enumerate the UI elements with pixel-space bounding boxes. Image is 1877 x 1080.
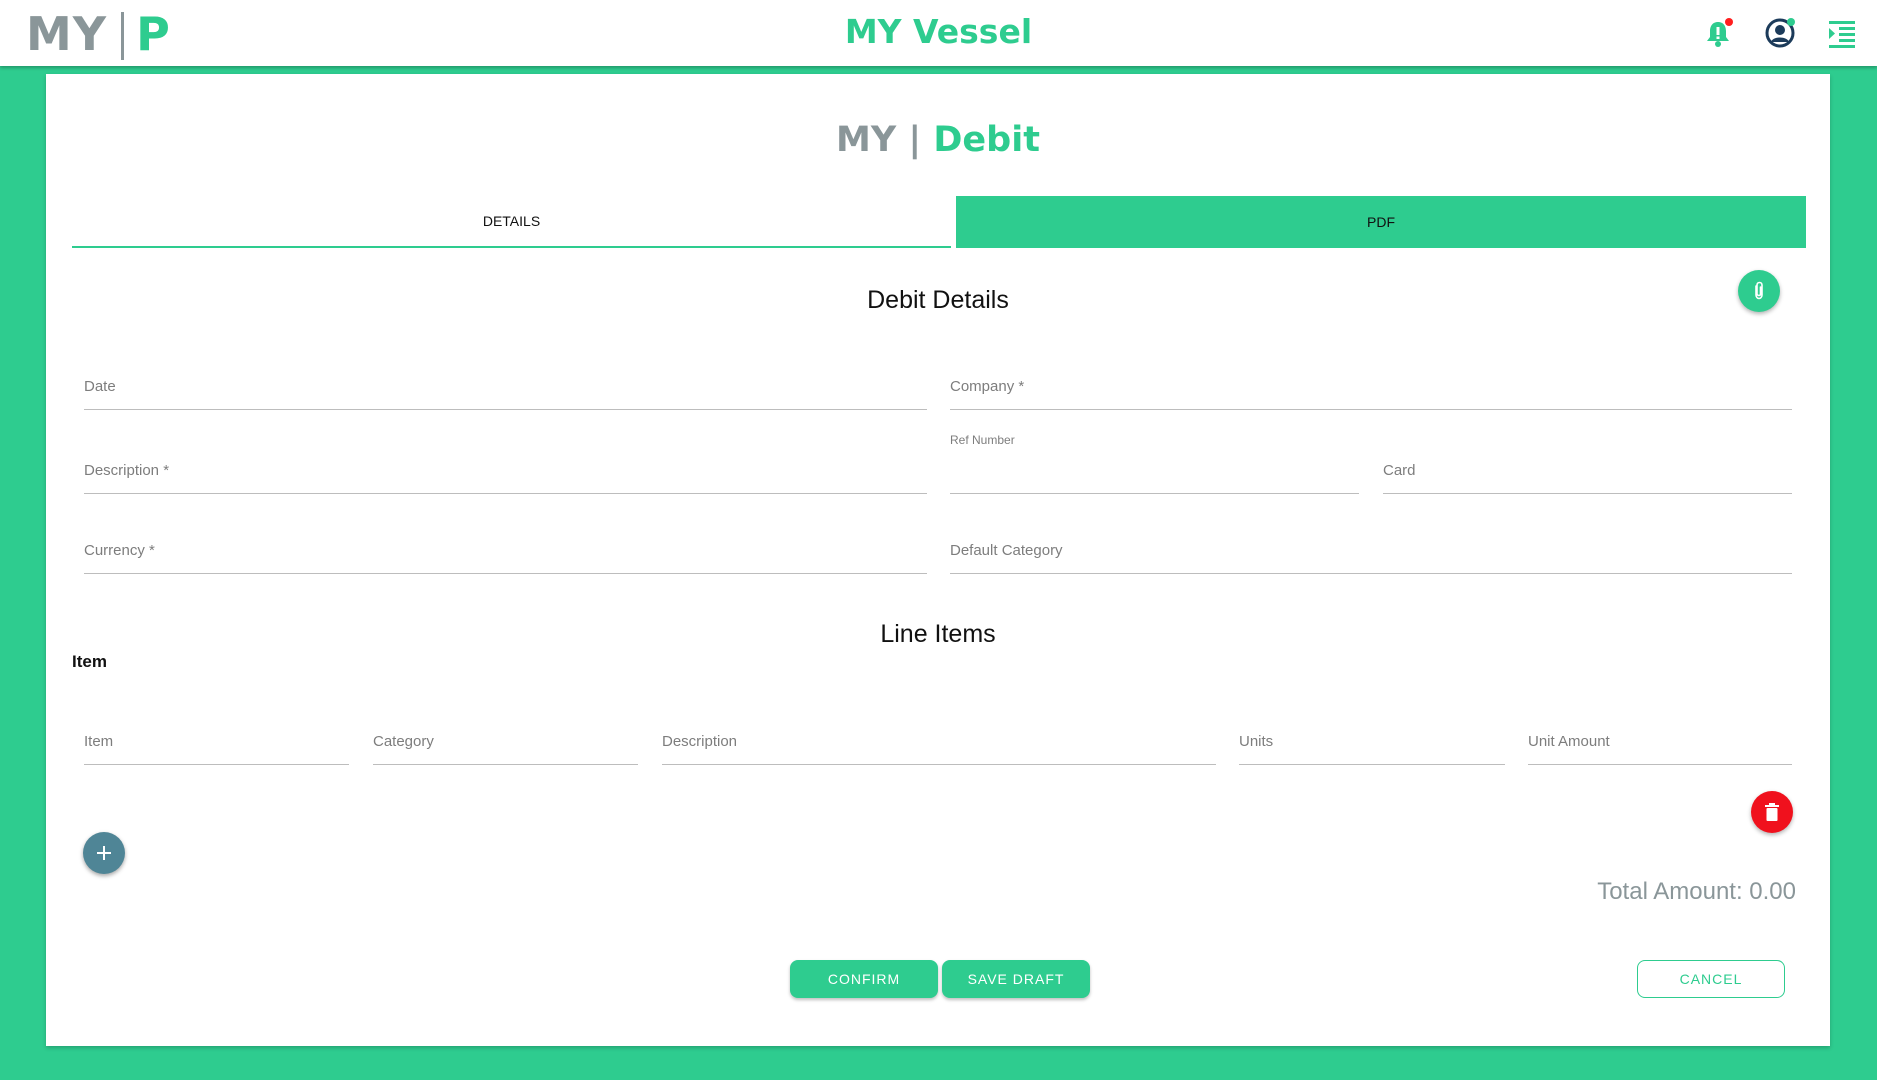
add-line-item-button[interactable]	[83, 832, 125, 874]
page-title-prefix: MY |	[836, 120, 922, 160]
currency-field[interactable]: Currency *	[84, 530, 927, 574]
debit-details-title: Debit Details	[867, 286, 1009, 314]
plus-icon	[97, 846, 111, 860]
app-title: MY Vessel	[844, 12, 1033, 51]
line-item-units-input[interactable]	[1239, 734, 1505, 764]
confirm-button[interactable]: CONFIRM	[790, 960, 938, 998]
attach-button[interactable]	[1738, 270, 1780, 312]
description-input[interactable]	[84, 463, 927, 493]
line-item-unit-amount-field[interactable]: Unit Amount	[1528, 721, 1792, 765]
page-title: MY | Debit	[46, 120, 1830, 160]
line-item-description-field[interactable]: Description	[662, 721, 1216, 765]
default-category-input[interactable]	[950, 543, 1792, 573]
trash-icon	[1765, 803, 1779, 821]
date-field[interactable]: Date	[84, 366, 927, 410]
line-item-item-field[interactable]: Item	[84, 721, 349, 765]
top-bar: MY P MY Vessel	[0, 0, 1877, 66]
save-draft-button[interactable]: SAVE DRAFT	[942, 960, 1090, 998]
description-field[interactable]: Description *	[84, 450, 927, 494]
user-icon[interactable]	[1763, 16, 1797, 50]
top-icons	[1701, 16, 1859, 50]
item-heading: Item	[72, 652, 107, 671]
cancel-button[interactable]: CANCEL	[1637, 960, 1785, 998]
page-title-main: Debit	[933, 120, 1040, 160]
tab-details[interactable]: DETAILS	[72, 196, 951, 248]
card-field[interactable]: Card	[1383, 450, 1792, 494]
line-items-title: Line Items	[880, 620, 996, 648]
debit-form-card: MY | Debit DETAILS PDF Debit Details Dat…	[46, 74, 1830, 1046]
line-item-category-input[interactable]	[373, 734, 638, 764]
company-field[interactable]: Company *	[950, 366, 1792, 410]
bell-icon[interactable]	[1701, 16, 1735, 50]
card-input[interactable]	[1383, 463, 1792, 493]
line-item-item-input[interactable]	[84, 734, 349, 764]
line-item-units-field[interactable]: Units	[1239, 721, 1505, 765]
currency-input[interactable]	[84, 543, 927, 573]
total-amount: Total Amount: 0.00	[1597, 878, 1796, 905]
tab-pdf[interactable]: PDF	[956, 196, 1806, 248]
date-input[interactable]	[84, 379, 927, 409]
default-category-field[interactable]: Default Category	[950, 530, 1792, 574]
company-input[interactable]	[950, 379, 1792, 409]
ref-number-label: Ref Number	[950, 433, 1015, 447]
paperclip-icon	[1755, 281, 1763, 300]
line-item-category-field[interactable]: Category	[373, 721, 638, 765]
ref-number-input[interactable]	[950, 463, 1359, 493]
delete-line-item-button[interactable]	[1751, 791, 1793, 833]
line-item-unit-amount-input[interactable]	[1528, 734, 1792, 764]
line-item-description-input[interactable]	[662, 734, 1216, 764]
ref-number-field[interactable]: Ref Number	[950, 433, 1359, 494]
menu-indent-icon[interactable]	[1825, 16, 1859, 50]
